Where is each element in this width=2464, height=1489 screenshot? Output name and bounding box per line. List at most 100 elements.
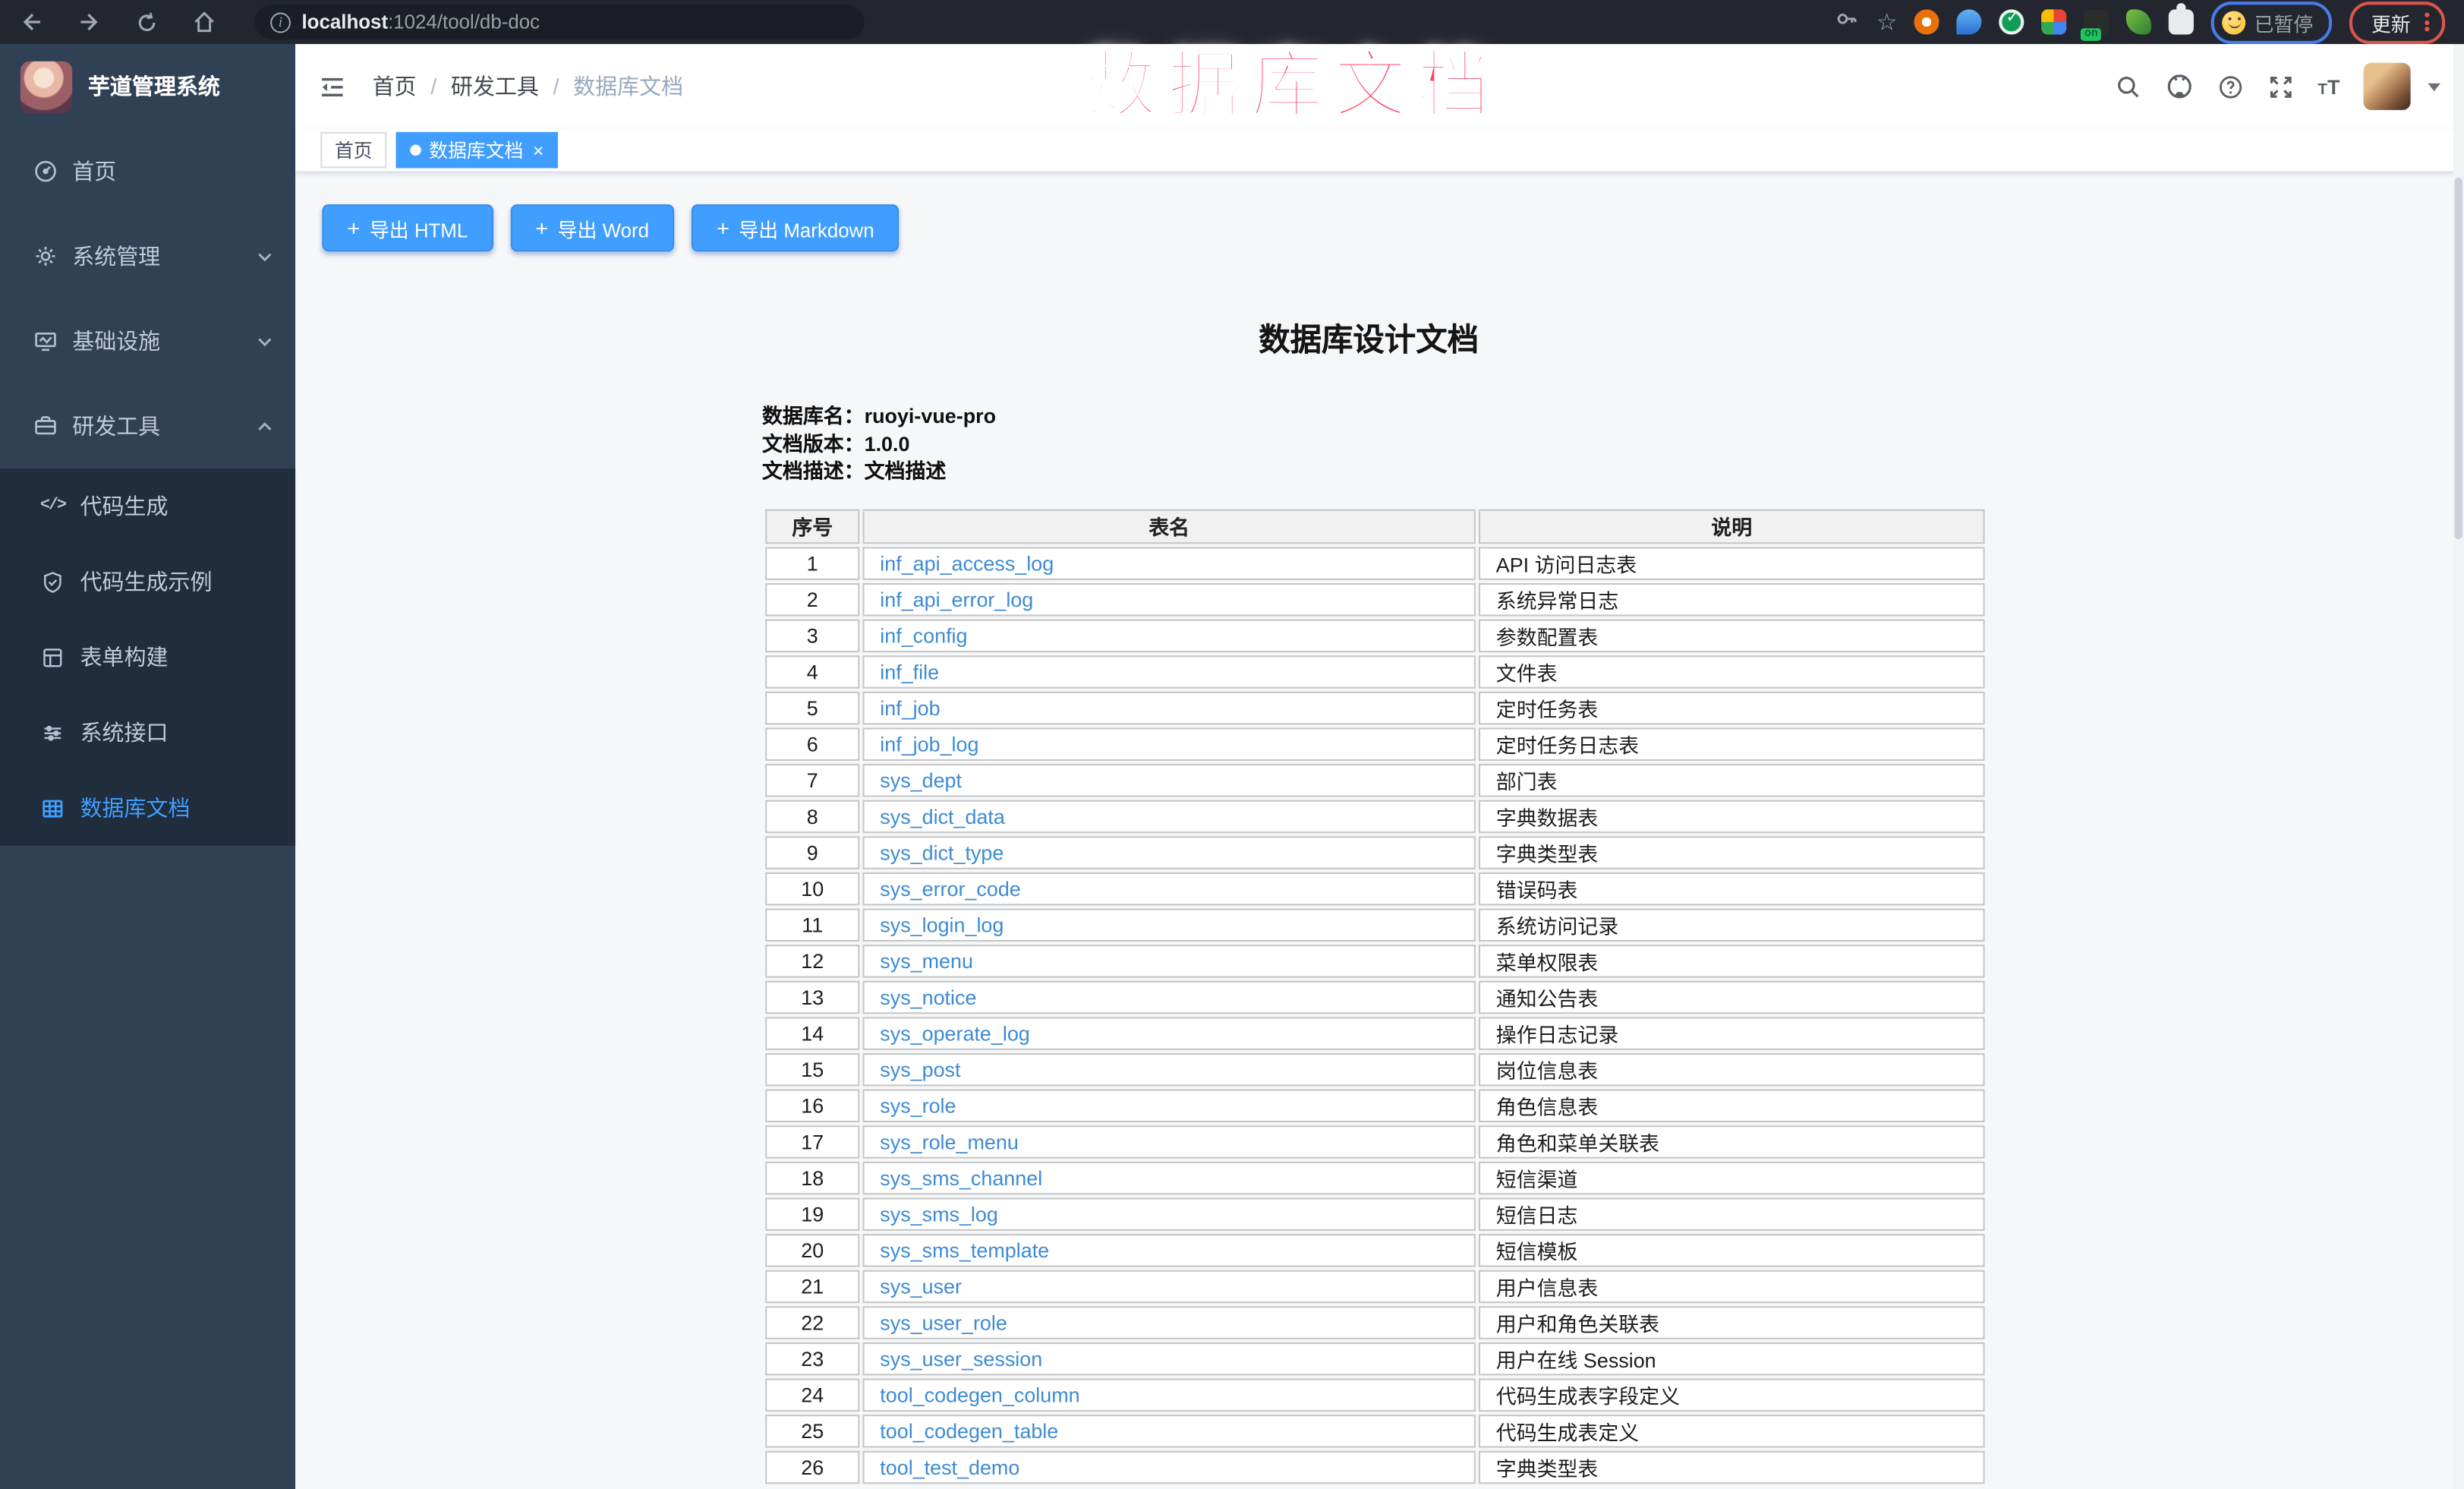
page-content: + 导出 HTML + 导出 Word + 导出 Markdown 数据库设计文… bbox=[295, 173, 2464, 1489]
table-name-link[interactable]: inf_api_error_log bbox=[880, 587, 1033, 610]
address-bar[interactable]: i localhost:1024/tool/db-doc bbox=[254, 5, 864, 39]
table-row: 22 sys_user_role 用户和角色关联表 bbox=[765, 1305, 1984, 1338]
sidebar-logo[interactable]: 芋道管理系统 bbox=[0, 44, 295, 129]
table-name-link[interactable]: inf_file bbox=[880, 659, 939, 683]
table-row: 17 sys_role_menu 角色和菜单关联表 bbox=[765, 1125, 1984, 1157]
breadcrumb-current: 数据库文档 bbox=[573, 71, 683, 102]
code-icon: </> bbox=[39, 497, 66, 516]
sidebar-item-db-doc[interactable]: 数据库文档 bbox=[0, 770, 295, 845]
table-name-link[interactable]: sys_dict_type bbox=[880, 840, 1004, 863]
font-size-icon[interactable]: TT bbox=[2317, 74, 2340, 98]
table-name-link[interactable]: sys_role bbox=[880, 1093, 956, 1117]
sidebar-item-infrastructure[interactable]: 基础设施 bbox=[0, 298, 295, 383]
extension-icon-green[interactable] bbox=[2127, 9, 2152, 34]
extension-icon-green-check[interactable] bbox=[1999, 9, 2024, 34]
table-name-link[interactable]: inf_config bbox=[880, 623, 967, 647]
table-name-link[interactable]: sys_notice bbox=[880, 985, 976, 1008]
plus-icon: + bbox=[717, 217, 729, 239]
extension-icon-blue[interactable] bbox=[1957, 9, 1982, 34]
breadcrumb-home[interactable]: 首页 bbox=[373, 71, 417, 102]
scrollbar-thumb[interactable] bbox=[2455, 178, 2462, 539]
extensions-puzzle-icon[interactable] bbox=[2169, 9, 2195, 34]
table-name-link[interactable]: sys_sms_log bbox=[880, 1202, 998, 1226]
sidebar-item-system[interactable]: 系统管理 bbox=[0, 214, 295, 299]
browser-update-button[interactable]: 更新 bbox=[2349, 1, 2445, 43]
profile-paused-badge[interactable]: 已暂停 bbox=[2212, 1, 2332, 43]
main-area: 首页 / 研发工具 / 数据库文档 TT 首页 bbox=[295, 44, 2464, 1489]
sidebar-item-home[interactable]: 首页 bbox=[0, 129, 295, 214]
row-index: 19 bbox=[765, 1197, 859, 1229]
plus-icon: + bbox=[535, 217, 548, 239]
sidebar-item-code-generation[interactable]: </> 代码生成 bbox=[0, 468, 295, 544]
key-icon[interactable] bbox=[1834, 5, 1859, 38]
back-icon[interactable] bbox=[19, 9, 44, 34]
site-info-icon[interactable]: i bbox=[270, 12, 291, 33]
table-name-link[interactable]: sys_error_code bbox=[880, 876, 1021, 900]
bookmark-star-icon[interactable]: ☆ bbox=[1876, 10, 1898, 33]
logo-avatar bbox=[20, 61, 72, 112]
search-icon[interactable] bbox=[2115, 73, 2141, 99]
header-actions: TT bbox=[2115, 63, 2440, 110]
reload-icon[interactable] bbox=[135, 10, 159, 33]
table-row: 1 inf_api_access_log API 访问日志表 bbox=[765, 546, 1984, 579]
table-description: 定时任务日志表 bbox=[1479, 727, 1985, 759]
toolbox-icon bbox=[31, 413, 58, 438]
paused-label: 已暂停 bbox=[2254, 7, 2314, 36]
extension-icon-orange[interactable] bbox=[1914, 9, 1939, 34]
user-avatar[interactable] bbox=[2364, 63, 2411, 110]
sidebar-fold-icon[interactable] bbox=[319, 74, 345, 98]
table-name-link[interactable]: inf_job bbox=[880, 696, 940, 719]
table-name-link[interactable]: sys_dept bbox=[880, 768, 962, 791]
export-word-button[interactable]: + 导出 Word bbox=[510, 204, 674, 251]
sidebar-item-label: 基础设施 bbox=[72, 326, 160, 357]
user-menu-caret-icon[interactable] bbox=[2428, 83, 2440, 90]
table-name-link[interactable]: tool_test_demo bbox=[880, 1455, 1019, 1478]
table-name-link[interactable]: sys_sms_channel bbox=[880, 1166, 1042, 1189]
table-name-link[interactable]: sys_user bbox=[880, 1274, 962, 1298]
tag-close-icon[interactable]: × bbox=[533, 140, 544, 159]
extension-icon-dark-on[interactable]: on bbox=[2084, 9, 2110, 34]
extension-icon-grid[interactable] bbox=[2042, 9, 2067, 34]
table-name-link[interactable]: sys_sms_template bbox=[880, 1238, 1049, 1261]
table-name-link[interactable]: sys_operate_log bbox=[880, 1021, 1030, 1045]
table-grid-icon bbox=[39, 797, 66, 820]
meta-doc-description: 文档描述：文档描述 bbox=[762, 457, 1975, 484]
table-name-link[interactable]: inf_api_access_log bbox=[880, 551, 1054, 575]
table-name-link[interactable]: sys_user_session bbox=[880, 1346, 1042, 1370]
breadcrumb-dev-tools[interactable]: 研发工具 bbox=[451, 71, 539, 102]
column-header-index: 序号 bbox=[765, 509, 859, 544]
help-icon[interactable] bbox=[2217, 73, 2244, 99]
page-scrollbar[interactable] bbox=[2453, 44, 2464, 1489]
table-row: 12 sys_menu 菜单权限表 bbox=[765, 944, 1984, 976]
export-html-button[interactable]: + 导出 HTML bbox=[322, 204, 493, 251]
tag-home[interactable]: 首页 bbox=[320, 132, 386, 169]
sidebar-submenu-dev-tools: </> 代码生成 代码生成示例 表单构建 系统接口 数据库文档 bbox=[0, 468, 295, 846]
table-row: 10 sys_error_code 错误码表 bbox=[765, 872, 1984, 904]
table-name-link[interactable]: sys_dict_data bbox=[880, 804, 1005, 828]
export-markdown-button[interactable]: + 导出 Markdown bbox=[692, 204, 900, 251]
forward-icon[interactable] bbox=[77, 9, 102, 34]
table-row: 19 sys_sms_log 短信日志 bbox=[765, 1197, 1984, 1229]
github-icon[interactable] bbox=[2166, 72, 2194, 100]
table-name-link[interactable]: sys_menu bbox=[880, 948, 973, 972]
home-icon[interactable] bbox=[192, 9, 217, 34]
sidebar-item-system-api[interactable]: 系统接口 bbox=[0, 695, 295, 770]
sidebar-item-form-builder[interactable]: 表单构建 bbox=[0, 620, 295, 695]
table-name-link[interactable]: sys_role_menu bbox=[880, 1129, 1018, 1153]
fullscreen-icon[interactable] bbox=[2267, 73, 2294, 99]
sidebar-item-dev-tools[interactable]: 研发工具 bbox=[0, 383, 295, 468]
table-name-link[interactable]: sys_user_role bbox=[880, 1310, 1007, 1333]
table-name-link[interactable]: inf_job_log bbox=[880, 732, 978, 756]
table-name-link[interactable]: tool_codegen_column bbox=[880, 1383, 1079, 1406]
row-index: 11 bbox=[765, 908, 859, 941]
sidebar: 芋道管理系统 首页 系统管理 基础设施 研发工具 bbox=[0, 44, 295, 1489]
sidebar-item-codegen-example[interactable]: 代码生成示例 bbox=[0, 544, 295, 619]
breadcrumb: 首页 / 研发工具 / 数据库文档 bbox=[373, 71, 683, 102]
table-name-link[interactable]: tool_codegen_table bbox=[880, 1418, 1058, 1442]
tag-db-doc[interactable]: 数据库文档 × bbox=[396, 132, 558, 169]
row-index: 24 bbox=[765, 1377, 859, 1410]
browser-actions: ☆ on 已暂停 更新 bbox=[1834, 1, 2445, 43]
table-name-link[interactable]: sys_login_log bbox=[880, 913, 1004, 936]
browser-menu-icon[interactable] bbox=[2425, 13, 2429, 32]
table-name-link[interactable]: sys_post bbox=[880, 1057, 960, 1080]
